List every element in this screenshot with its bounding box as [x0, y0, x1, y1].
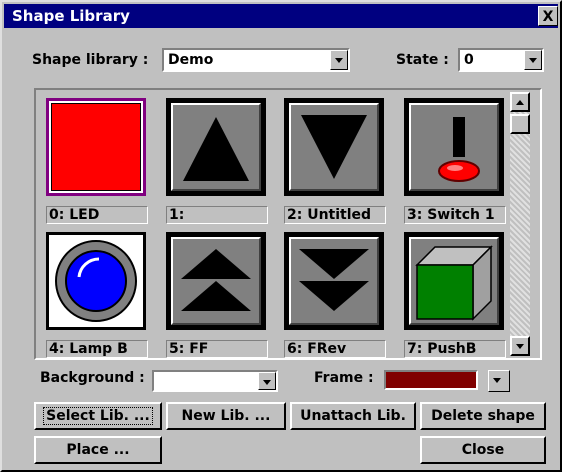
background-label: Background :: [40, 370, 145, 386]
close-button[interactable]: Close: [420, 436, 546, 464]
push-button-icon: [409, 237, 499, 325]
shape-caption: 3: Switch 1: [404, 206, 506, 224]
frame-color-swatch: [384, 370, 478, 390]
shape-thumbnail[interactable]: [284, 232, 384, 330]
scroll-up-icon[interactable]: [510, 92, 530, 112]
place-button[interactable]: Place ...: [34, 436, 162, 464]
shape-library-label: Shape library :: [32, 52, 149, 68]
toggle-switch-icon: [409, 103, 499, 191]
select-lib-button[interactable]: Select Lib. ...: [34, 402, 162, 430]
triangle-up-icon: [171, 103, 261, 191]
shape-library-value: Demo: [168, 52, 214, 68]
chevron-down-icon[interactable]: [524, 50, 542, 70]
shape-thumbnail[interactable]: [46, 232, 146, 330]
shape-caption: 7: PushB: [404, 340, 506, 358]
shape-thumbnail[interactable]: [46, 98, 146, 196]
shape-thumbnail[interactable]: [404, 232, 504, 330]
shape-thumbnail[interactable]: [404, 98, 504, 196]
frame-label: Frame :: [314, 370, 374, 386]
close-window-button[interactable]: X: [538, 6, 558, 26]
unattach-lib-button[interactable]: Unattach Lib.: [290, 402, 416, 430]
fast-reverse-icon: [289, 237, 379, 325]
shape-thumbnail[interactable]: [166, 98, 266, 196]
fast-forward-icon: [171, 237, 261, 325]
scroll-down-icon[interactable]: [510, 336, 530, 356]
frame-color-dropdown[interactable]: [488, 370, 510, 392]
state-select[interactable]: 0: [458, 48, 544, 72]
shape-thumbnail[interactable]: [284, 98, 384, 196]
delete-shape-button[interactable]: Delete shape: [420, 402, 546, 430]
vertical-scrollbar[interactable]: [510, 92, 530, 356]
scroll-thumb[interactable]: [510, 114, 530, 134]
led-icon: [51, 103, 141, 191]
shape-caption: 1:: [166, 206, 268, 224]
window-title: Shape Library: [12, 7, 130, 25]
state-label: State :: [396, 52, 449, 68]
background-color-swatch: [156, 374, 252, 388]
shape-library-select[interactable]: Demo: [162, 48, 350, 72]
shape-caption: 0: LED: [46, 206, 148, 224]
select-lib-label: Select Lib. ...: [43, 407, 153, 425]
triangle-down-icon: [289, 103, 379, 191]
background-color-select[interactable]: [152, 370, 278, 392]
shape-caption: 5: FF: [166, 340, 268, 358]
shape-library-dialog: Shape Library X Shape library : Demo Sta…: [0, 0, 562, 472]
shape-grid: 0: LED 1: 2: Untitled 3: Switch 1 4: Lam…: [34, 88, 542, 360]
chevron-down-icon[interactable]: [330, 50, 348, 70]
state-value: 0: [464, 52, 474, 68]
title-bar: Shape Library X: [4, 4, 558, 28]
new-lib-button[interactable]: New Lib. ...: [166, 402, 286, 430]
shape-caption: 6: FRev: [284, 340, 386, 358]
shape-caption: 4: Lamp B: [46, 340, 148, 358]
shape-caption: 2: Untitled: [284, 206, 386, 224]
chevron-down-icon[interactable]: [258, 372, 276, 390]
lamp-icon: [51, 237, 141, 325]
shape-thumbnail[interactable]: [166, 232, 266, 330]
